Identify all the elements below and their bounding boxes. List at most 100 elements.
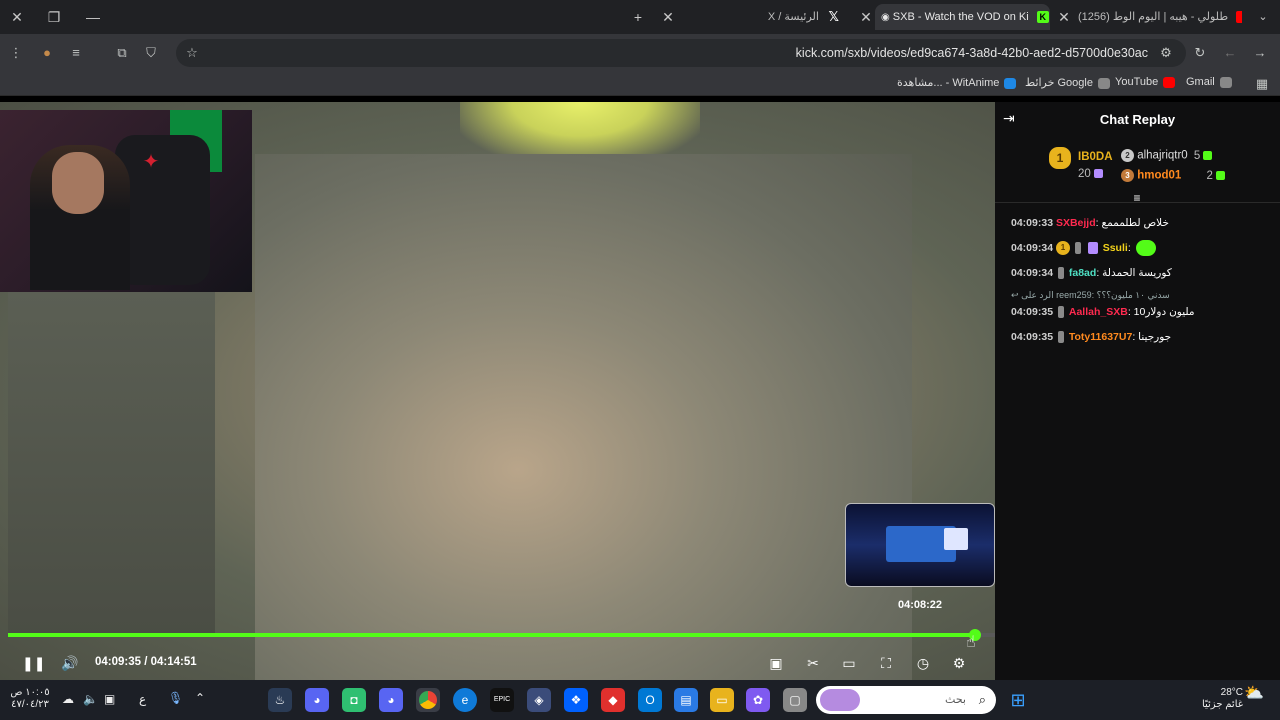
tab-x[interactable]: X / الرئيسة 𝕏 xyxy=(700,4,850,30)
forward-icon[interactable]: ← xyxy=(1220,43,1240,63)
menu-icon[interactable]: ⋮ xyxy=(6,43,26,63)
message-username[interactable]: fa8ad xyxy=(1069,267,1096,279)
progress-bar[interactable] xyxy=(8,629,995,641)
message-text: جورجينا xyxy=(1138,331,1172,343)
app-icon[interactable]: ▢ xyxy=(783,688,807,712)
seek-preview-thumbnail xyxy=(845,503,995,587)
badge-icon xyxy=(1057,306,1064,319)
reload-icon[interactable]: ↻ xyxy=(1190,43,1210,63)
app-icon[interactable]: ◆ xyxy=(601,688,625,712)
epic-games-icon[interactable]: EPIC xyxy=(490,688,514,712)
message-username[interactable]: Ssuli xyxy=(1103,242,1128,254)
windows-taskbar: ١٠:٠٥ ص ٤٧/٠٤/٢٣ ☁ 🔈 ▣ ع 🎙 ⌃ ♨ ◕ ◘ ◕ e E… xyxy=(0,680,1280,720)
site-settings-icon[interactable]: ⚙ xyxy=(1156,43,1176,63)
fullscreen-icon[interactable]: ⛶ xyxy=(875,652,897,674)
gift-icon xyxy=(1093,169,1103,179)
wifi-icon[interactable]: ☁ xyxy=(62,693,74,705)
minimize-window-icon[interactable]: — xyxy=(82,7,104,27)
chair-logo-icon: ✦ xyxy=(142,151,160,173)
back-icon[interactable]: → xyxy=(1250,43,1270,63)
message-username[interactable]: SXBejjd xyxy=(1056,217,1096,229)
app-icon[interactable]: ◈ xyxy=(527,688,551,712)
new-tab-icon[interactable]: + xyxy=(627,7,649,27)
microphone-icon[interactable]: 🎙 xyxy=(168,692,183,704)
url-text[interactable]: kick.com/sxb/videos/ed9ca674-3a8d-42b0-a… xyxy=(796,46,1148,60)
show-hidden-icons-icon[interactable]: ⌃ xyxy=(195,692,205,704)
tab-search-icon[interactable]: ⌄ xyxy=(1252,7,1274,27)
taskbar-search[interactable]: ⌕ بحث xyxy=(816,686,996,714)
tab-youtube[interactable]: (1256) طلولي - هيبه | اليوم الوط xyxy=(1074,4,1242,30)
bookmark-youtube[interactable]: YouTube xyxy=(1115,76,1176,88)
outlook-icon[interactable]: O xyxy=(638,688,662,712)
message-username[interactable]: Aallah_SXB xyxy=(1069,306,1128,318)
edge-icon[interactable]: e xyxy=(453,688,477,712)
clock[interactable]: ١٠:٠٥ ص ٤٧/٠٤/٢٣ xyxy=(8,687,52,711)
address-bar[interactable]: ☆ kick.com/sxb/videos/ed9ca674-3a8d-42b0… xyxy=(176,39,1186,67)
gift-count: 20 xyxy=(1078,168,1091,180)
store-icon[interactable]: ▤ xyxy=(674,688,698,712)
tab-close-icon[interactable]: ✕ xyxy=(657,7,679,27)
progress-fill xyxy=(8,633,976,637)
message-username[interactable]: Toty11637U7 xyxy=(1069,331,1132,343)
tab-close-icon[interactable]: ✕ xyxy=(855,7,877,27)
steam-icon[interactable]: ♨ xyxy=(268,688,292,712)
discord-icon[interactable]: ◕ xyxy=(305,688,329,712)
message-time: 04:09:35 xyxy=(1011,306,1054,318)
message-time: 04:09:35 xyxy=(1011,331,1054,343)
witanime-icon xyxy=(1004,77,1017,89)
copilot-icon[interactable]: ✿ xyxy=(746,688,770,712)
theater-mode-icon[interactable]: ▭ xyxy=(838,652,860,674)
chat-messages: 04:09:33 SXBejjd: خلاص لطلمممع 04:09:34 … xyxy=(1011,215,1271,354)
bookmark-star-icon[interactable]: ☆ xyxy=(182,43,202,63)
speaker-icon[interactable]: 🔈 xyxy=(83,693,98,705)
app-icon[interactable]: ◘ xyxy=(342,688,366,712)
gift-icon xyxy=(1215,171,1225,180)
message-time: 04:09:33 xyxy=(1011,217,1054,229)
leaderboard-name[interactable]: IB0DA xyxy=(1078,151,1113,163)
extensions-icon[interactable]: ⧉ xyxy=(112,43,132,63)
apps-grid-icon[interactable]: ▦ xyxy=(1252,74,1272,94)
file-explorer-icon[interactable]: ▭ xyxy=(710,688,734,712)
miniplayer-icon[interactable]: ▣ xyxy=(765,652,787,674)
pinned-expand-icon[interactable]: ≡ xyxy=(1128,191,1146,209)
volume-icon[interactable]: 🔊 xyxy=(59,652,81,674)
badge-icon xyxy=(1074,242,1081,255)
restore-window-icon[interactable]: ❐ xyxy=(43,7,65,27)
bookmark-maps[interactable]: خرائط Google xyxy=(1025,76,1110,89)
leaderboard-entry[interactable]: 1 xyxy=(1049,147,1071,169)
profile-icon[interactable]: ● xyxy=(37,43,57,63)
reading-list-icon[interactable]: ≡ xyxy=(66,43,86,63)
leaderboard-entry[interactable]: 3 hmod01 2 xyxy=(1121,169,1225,182)
weather-text: غائم جزئيًا xyxy=(1201,699,1243,710)
chat-title: Chat Replay xyxy=(1099,112,1176,127)
start-windows-icon[interactable]: ⊞ xyxy=(1006,688,1030,712)
display-icon[interactable]: ▣ xyxy=(104,693,115,705)
chrome-icon[interactable] xyxy=(416,688,440,712)
badge-icon xyxy=(1057,331,1064,344)
language-indicator[interactable]: ع xyxy=(139,693,146,705)
bookmark-gmail[interactable]: Gmail xyxy=(1186,76,1232,88)
leaderboard-entry[interactable]: 2 alhajriqtr0 5 xyxy=(1121,149,1213,162)
video-player[interactable]: ✦ 04:08:22 ☝ ❚❚ 🔊 04:09:35 / 04:14:51 ▣ … xyxy=(0,102,995,680)
leaderboard-name: hmod01 xyxy=(1137,169,1182,182)
weather-widget[interactable]: 28°C غائم جزئيًا xyxy=(1195,687,1243,711)
dropbox-icon[interactable]: ❖ xyxy=(564,688,588,712)
settings-gear-icon[interactable]: ⚙ xyxy=(948,652,970,674)
pause-icon[interactable]: ❚❚ xyxy=(22,652,45,674)
tab-kick[interactable]: ◉ SXB - Watch the VOD on Ki K xyxy=(875,4,1050,30)
playback-speed-icon[interactable]: ◷ xyxy=(912,652,934,674)
video-frame-side xyxy=(8,292,215,637)
search-highlight-icon xyxy=(820,689,860,711)
bookmarks-bar: ▦ Gmail YouTube خرائط Google مشاهدة... -… xyxy=(0,72,1280,96)
close-window-icon[interactable]: ✕ xyxy=(6,7,28,27)
tab-close-icon[interactable]: ✕ xyxy=(1053,7,1075,27)
video-frame-blurred-area xyxy=(255,154,912,680)
webcam-face xyxy=(52,152,104,214)
bookmark-witanime[interactable]: مشاهدة... - WitAnime xyxy=(897,76,1017,89)
shield-icon[interactable]: ⛉ xyxy=(141,43,161,63)
discord-ptb-icon[interactable]: ◕ xyxy=(379,688,403,712)
kick-icon: K xyxy=(1036,11,1049,24)
chat-message: 04:09:34 1 Ssuli: xyxy=(1011,240,1271,265)
chat-header: ⇥ Chat Replay xyxy=(995,102,1280,136)
clip-icon[interactable]: ✂ xyxy=(802,652,824,674)
